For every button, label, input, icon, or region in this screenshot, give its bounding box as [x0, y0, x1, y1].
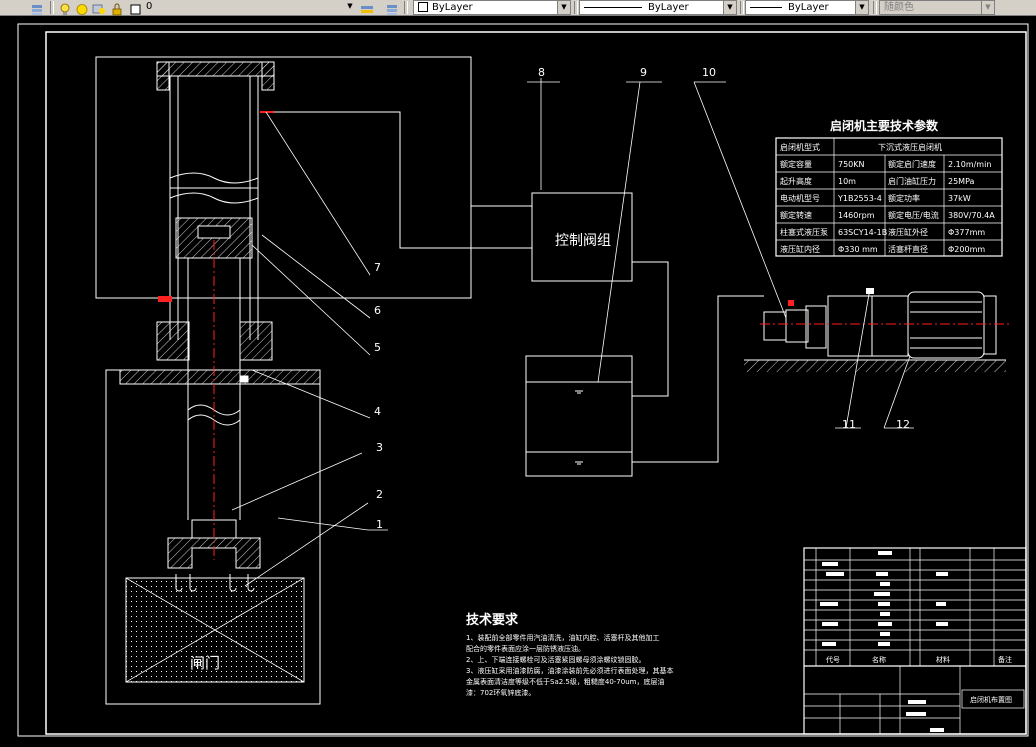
- params-cell: Y1B2553-4: [837, 194, 882, 203]
- gate-label: 闸门: [190, 654, 220, 672]
- tech-req-title: 技术要求: [466, 612, 519, 628]
- chevron-down-icon[interactable]: ▼: [723, 1, 736, 14]
- tech-req-line: 1、装配前全部零件用汽油清洗，油缸内腔、活塞杆及其他加工: [466, 633, 659, 642]
- toolbar-separator: [50, 1, 54, 14]
- valve-label: 控制阀组: [555, 233, 611, 249]
- col-note: 备注: [998, 655, 1012, 664]
- layer-value: 0: [146, 1, 153, 12]
- params-cell: 柱塞式液压泵: [780, 227, 828, 237]
- toolbar-separator: [740, 1, 744, 14]
- col-material: 材料: [936, 655, 950, 664]
- hydraulic-system: [274, 57, 764, 477]
- tech-req-line: 金属表面清洁度等级不低于Sa2.5级，粗糙度40-70um，底层油: [466, 677, 664, 686]
- params-cell: 1460rpm: [838, 211, 875, 220]
- leader-lines: [231, 78, 914, 587]
- toolbar-separator: [574, 1, 578, 14]
- drawing-svg[interactable]: 闸门 控制阀组 1 2 3 4 5 6 7 8 9 10 11 12 启闭机主要…: [0, 16, 1036, 743]
- tech-requirements: 技术要求 1、装配前全部零件用汽油清洗，油缸内腔、活塞杆及其他加工 配合的零件表…: [466, 612, 673, 697]
- params-cell: 起升高度: [780, 176, 812, 186]
- callout-4: 4: [374, 405, 381, 418]
- layer-dropdown[interactable]: 0 ▼: [142, 0, 356, 15]
- layer-manager-icon[interactable]: [30, 1, 44, 15]
- params-cell: 额定启门速度: [888, 159, 936, 169]
- plotstyle-dropdown[interactable]: 随颜色 ▼: [879, 0, 995, 15]
- callout-2: 2: [376, 488, 383, 501]
- params-cell: 750KN: [838, 160, 865, 169]
- params-cell: 启门油缸压力: [888, 176, 936, 186]
- lineweight-value: ByLayer: [788, 2, 829, 13]
- lightbulb-icon[interactable]: [58, 1, 72, 15]
- params-cell: Φ200mm: [948, 245, 985, 254]
- params-cell: 电动机型号: [780, 193, 820, 203]
- line-sample-icon: [584, 6, 642, 8]
- params-cell: 活塞杆直径: [888, 244, 928, 254]
- line-sample-icon: [750, 6, 782, 8]
- gate: 闸门: [125, 574, 305, 683]
- toolbar-separator: [873, 1, 877, 14]
- params-cell: 2.10m/min: [948, 160, 991, 169]
- chevron-down-icon[interactable]: ▼: [344, 0, 356, 13]
- linetype-value: ByLayer: [648, 2, 689, 13]
- properties-toolbar: 0 ▼ ByLayer ▼ ByLayer ▼ ByLayer ▼ 随颜色 ▼: [0, 0, 1036, 16]
- params-header-left: 启闭机型式: [780, 142, 820, 152]
- toolbar-separator: [404, 1, 408, 14]
- params-title: 启闭机主要技术参数: [830, 118, 939, 133]
- callout-5: 5: [374, 341, 381, 354]
- tech-req-line: 配合的零件表面应涂一层防锈液压油。: [466, 644, 585, 653]
- drawing-title: 启闭机布置图: [970, 695, 1012, 704]
- callout-10: 10: [702, 66, 716, 79]
- layer-previous-icon[interactable]: [385, 1, 399, 15]
- callout-7: 7: [374, 261, 381, 274]
- params-cell: 380V/70.4A: [948, 211, 995, 220]
- callout-12: 12: [896, 418, 910, 431]
- callout-9: 9: [640, 66, 647, 79]
- color-box-icon: [418, 2, 428, 12]
- plotstyle-value: 随颜色: [884, 2, 914, 13]
- lineweight-dropdown[interactable]: ByLayer ▼: [745, 0, 869, 15]
- params-cell: 液压缸内径: [780, 244, 820, 254]
- tech-req-line: 2、上、下端连接螺栓可及活塞紧固螺母须涂螺纹锁固胶。: [466, 655, 645, 664]
- col-code: 代号: [826, 655, 840, 664]
- params-cell: 额定转速: [780, 210, 812, 220]
- drawing-canvas[interactable]: 闸门 控制阀组 1 2 3 4 5 6 7 8 9 10 11 12 启闭机主要…: [0, 16, 1036, 743]
- color-value: ByLayer: [432, 2, 473, 13]
- motor-pump-unit: [744, 288, 1010, 372]
- params-cell: 10m: [838, 177, 856, 186]
- callout-8: 8: [538, 66, 545, 79]
- chevron-down-icon[interactable]: ▼: [981, 1, 994, 14]
- params-cell: 63SCY14-1B: [838, 228, 887, 237]
- params-cell: 额定容量: [780, 159, 812, 169]
- params-cell: Φ330 mm: [838, 245, 878, 254]
- params-cell: 37kW: [948, 194, 971, 203]
- chevron-down-icon[interactable]: ▼: [855, 1, 868, 14]
- viewport-freeze-icon[interactable]: [92, 1, 106, 14]
- chevron-down-icon[interactable]: ▼: [557, 1, 570, 14]
- callout-3: 3: [376, 441, 383, 454]
- lock-icon[interactable]: [110, 1, 124, 16]
- params-cell: 25MPa: [948, 177, 975, 186]
- params-cell: 额定功率: [888, 193, 920, 203]
- callout-1: 1: [376, 518, 383, 531]
- tech-req-line: 3、液压缸采用油漆防腐，油漆涂装前先必须进行表面处理，其基本: [466, 666, 673, 675]
- params-cell: 液压缸外径: [888, 227, 928, 237]
- params-cell: Φ377mm: [948, 228, 985, 237]
- make-current-layer-icon[interactable]: [360, 1, 374, 14]
- params-table: 启闭机主要技术参数 启闭机型式 下沉式液压启闭机 额定容量 750KN 额定启门…: [775, 118, 1003, 257]
- params-cell: 额定电压/电流: [888, 210, 939, 220]
- pipe-loop: [95, 56, 472, 299]
- color-dropdown[interactable]: ByLayer ▼: [413, 0, 571, 15]
- tech-req-line: 漆：702环氧锌底漆。: [466, 688, 535, 697]
- color-swatch-icon: [128, 1, 142, 15]
- params-header-right: 下沉式液压启闭机: [878, 142, 942, 152]
- col-name: 名称: [872, 655, 886, 664]
- oil-tank: [525, 355, 633, 477]
- sun-freeze-icon[interactable]: [75, 1, 89, 15]
- callout-11: 11: [842, 418, 856, 431]
- callout-6: 6: [374, 304, 381, 317]
- title-block-marks: [820, 551, 948, 732]
- linetype-dropdown[interactable]: ByLayer ▼: [579, 0, 737, 15]
